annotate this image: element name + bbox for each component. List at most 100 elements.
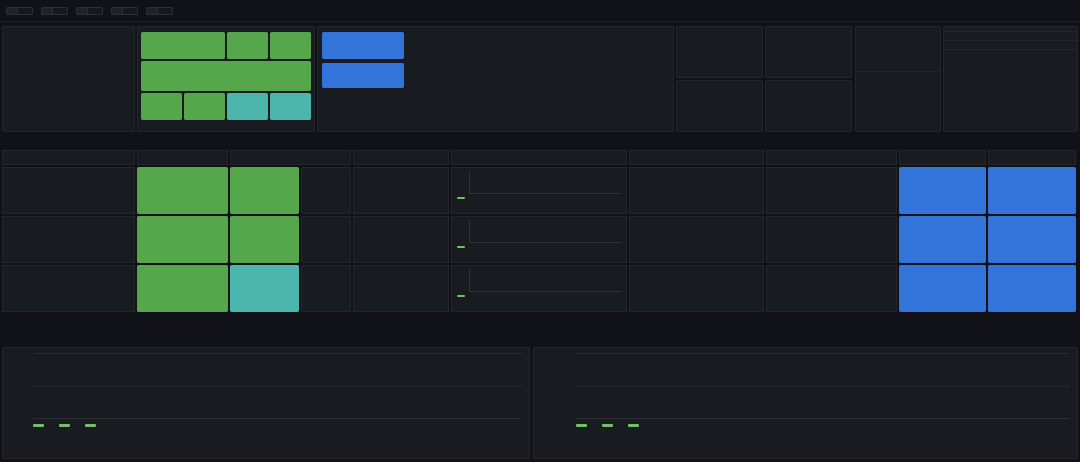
alerts-empty-message [3,27,134,131]
tps-sparkline [408,66,503,118]
backups-panel [943,26,1078,132]
panel-title [766,81,851,85]
legend-item[interactable] [59,424,73,427]
alerts-panel [2,26,135,132]
connections-chart [469,220,621,243]
column-header-wraparound [766,150,897,165]
replicas-count [301,216,351,263]
version-cell [988,167,1076,214]
wraparound-bars [773,222,854,257]
memory-utilisation-gauge [598,33,662,70]
series-dash-icon [85,424,96,427]
instance-name-cell [2,265,135,312]
series-dash-icon [602,424,613,427]
legend-item[interactable] [85,424,99,427]
wraparound-cell [766,216,897,263]
wraparound-value [858,222,890,257]
legend-item[interactable] [576,424,590,427]
series-dash-icon [457,295,465,297]
panel-title [534,348,1077,352]
panel-title [3,348,529,352]
column-header-status [137,150,228,165]
status-cell [137,167,228,214]
version-cell [988,216,1076,263]
replay-lag-panel [765,80,852,132]
legend-item[interactable] [628,424,642,427]
wraparound-bars [773,271,854,306]
connections-cell [451,167,627,214]
started-cell [899,265,986,312]
last-archived-wal-item [944,40,1077,49]
storage-panel [855,26,941,132]
legend-item[interactable] [602,424,616,427]
connections-chart [469,171,621,194]
wraparound-cell [766,167,897,214]
overview-panel [317,26,674,132]
first-recoverability-point-item [944,49,1077,58]
last-failover-stat [322,32,404,59]
cpu-usage-panel [2,347,530,459]
health-operator-tile [227,93,268,120]
max-connections-gauge [668,272,726,306]
version-cell [988,265,1076,312]
started-cell [899,216,986,263]
instance-name-cell [2,216,135,263]
filter-cluster-label [111,7,122,15]
health-connections-tile [141,61,311,91]
column-header-max-connections [629,150,764,165]
replicas-count [301,265,351,312]
max-connections-cell [629,265,764,312]
health-replication-tile [141,32,225,59]
filter-cluster[interactable] [111,7,138,15]
column-header-instance [2,150,135,165]
connections-chart [469,269,621,292]
filter-instances-value[interactable] [157,7,173,15]
panel-title [766,27,851,31]
filter-operator-namespace[interactable] [41,7,68,15]
connections-cell [451,265,627,312]
filter-database-namespace-label [76,7,87,15]
filter-operator-namespace-label [41,7,52,15]
panel-title [677,27,762,31]
column-header-connections [451,150,627,165]
max-connections-cell [629,216,764,263]
write-lag-panel [765,26,852,78]
memory-total-sparkline [592,105,616,116]
filter-operator-namespace-value[interactable] [52,7,68,15]
health-backup-tile [141,93,182,120]
filter-cluster-value[interactable] [122,7,138,15]
filter-datasource-value[interactable] [17,7,33,15]
wraparound-value [858,271,890,306]
filter-datasource-label [6,7,17,15]
replay-lag-sparkline [770,113,847,128]
health-restarts-tile [270,93,311,120]
series-dash-icon [33,424,44,427]
memory-usage-panel [533,347,1078,459]
clustering-cell [230,167,351,214]
health-archiving-tile [184,93,225,120]
write-lag-sparkline [770,59,847,74]
server-health-table [2,150,1078,312]
cpu-utilisation-gauge [515,33,579,70]
version-stat [322,63,404,88]
zone-cell [353,167,449,214]
grafana-dashboard [0,0,1080,462]
filter-datasource[interactable] [6,7,33,15]
column-header-started [899,150,986,165]
health-up-tile [227,32,268,59]
status-cell [137,216,228,263]
filter-database-namespace[interactable] [76,7,103,15]
zone-cell [353,265,449,312]
filter-database-namespace-value[interactable] [87,7,103,15]
cpu-usage-chart [33,353,521,418]
series-dash-icon [576,424,587,427]
variables-bar [0,0,1080,22]
volume-space-usage-gauge [867,32,929,68]
max-connections-gauge [668,223,726,257]
wraparound-value [858,173,890,208]
legend-item[interactable] [33,424,47,427]
instance-name-cell [2,167,135,214]
health-panel [137,26,315,132]
health-ready-tile [270,32,311,59]
filter-instances[interactable] [146,7,173,15]
